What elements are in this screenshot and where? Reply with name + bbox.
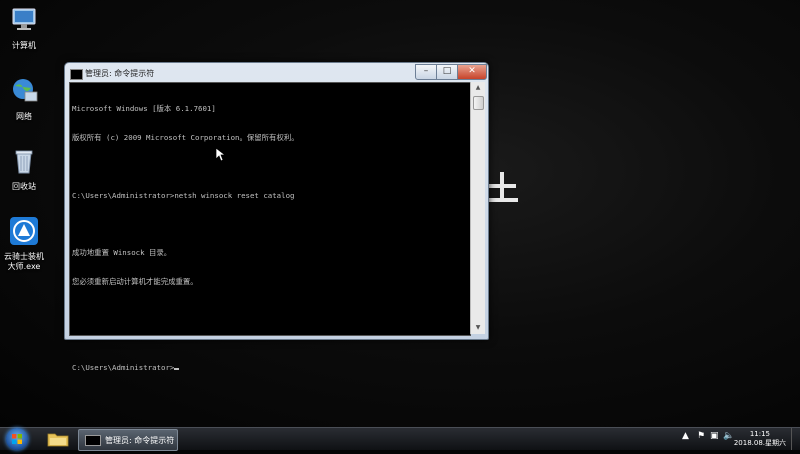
text-cursor [174,368,180,371]
window-title: 管理员: 命令提示符 [85,69,155,78]
cmd-icon [85,435,101,446]
show-desktop-button[interactable] [791,428,800,450]
console-line: 版权所有 (c) 2009 Microsoft Corporation。保留所有… [72,132,299,142]
console-prompt-line[interactable]: C:\Users\Administrator> [72,363,299,373]
chevron-up-icon: ▲ [475,84,481,91]
taskbar-cmd-button[interactable]: 管理员: 命令提示符 [78,429,178,451]
chevron-up-icon: ▲ [682,431,689,441]
taskbar-cmd-label: 管理员: 命令提示符 [105,436,175,445]
app-icon [10,217,38,245]
computer-icon [12,8,36,30]
console-output: Microsoft Windows [版本 6.1.7601] 版权所有 (c)… [72,85,299,392]
close-button[interactable]: ✕ [457,64,487,80]
console-line: 成功地重置 Winsock 目录。 [72,248,172,258]
desktop-icon-network[interactable]: 网络 [0,76,48,122]
network-status-icon: ▣ [710,431,719,441]
close-icon: ✕ [468,66,476,76]
chevron-down-icon: ▼ [475,324,481,331]
console-line: 您必须重新启动计算机才能完成重置。 [72,276,198,286]
tray-volume[interactable]: 🔈 [723,431,734,441]
console-area[interactable]: Microsoft Windows [版本 6.1.7601] 版权所有 (c)… [69,82,471,372]
cmd-window[interactable]: 管理员: 命令提示符 – □ ✕ Microsoft Windows [版本 6… [64,62,489,372]
maximize-icon: □ [442,66,452,76]
speaker-icon: 🔈 [723,431,735,441]
window-titlebar[interactable]: 管理员: 命令提示符 – □ ✕ [65,63,488,83]
clock-time: 11:15 [749,430,770,438]
network-icon [13,79,38,102]
flag-icon: ⚑ [697,431,706,441]
cmd-icon [70,69,83,80]
taskbar-clock[interactable]: 11:15 2018.08.星期六 [734,430,786,448]
mouse-pointer-icon [216,148,226,162]
vertical-scrollbar[interactable]: ▲ ▼ [470,82,485,334]
console-prompt: C:\Users\Administrator> [72,363,175,373]
scroll-thumb[interactable] [473,96,484,110]
console-line: Microsoft Windows [版本 6.1.7601] [72,104,216,114]
desktop-icon-app[interactable]: 云骑士装机 大师.exe [0,216,48,272]
minimize-button[interactable]: – [415,64,437,80]
tray-expand-button[interactable]: ▲ [682,431,689,441]
windows-logo-icon [12,434,22,444]
folder-icon [47,433,69,447]
scroll-up-button[interactable]: ▲ [472,82,484,94]
console-line: C:\Users\Administrator>netsh winsock res… [72,190,295,200]
recycle-bin-icon [15,150,33,174]
taskbar-explorer-button[interactable] [44,429,72,449]
taskbar: 管理员: 命令提示符 ▲ ⚑ ▣ 🔈 11:15 2018.08.星期六 [0,427,800,451]
maximize-button[interactable]: □ [436,64,458,80]
desktop-icon-computer[interactable]: 计算机 [0,5,48,51]
tray-network[interactable]: ▣ [710,431,719,441]
tray-action-center[interactable]: ⚑ [697,431,705,441]
desktop-icon-recycle-bin[interactable]: 回收站 [0,146,48,192]
minimize-icon: – [423,66,429,76]
scroll-down-button[interactable]: ▼ [472,322,484,334]
start-button[interactable] [6,428,28,450]
clock-date: 2018.08.星期六 [733,439,786,447]
